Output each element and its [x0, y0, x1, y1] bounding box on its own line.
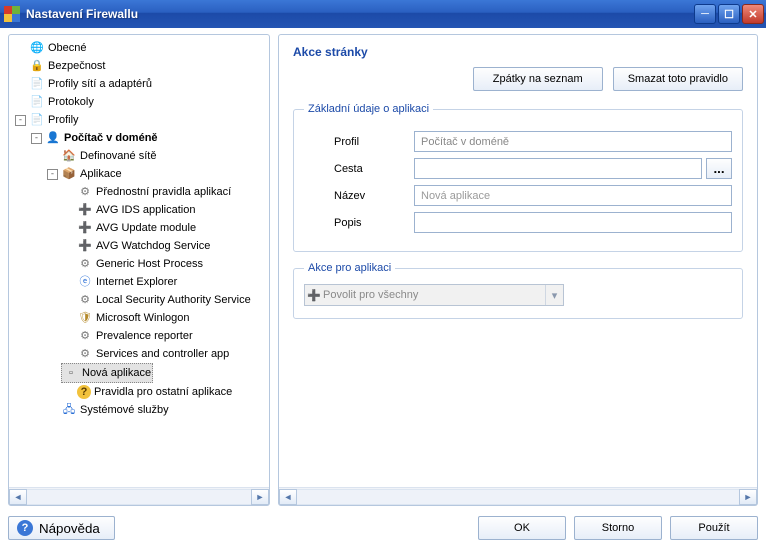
back-to-list-button[interactable]: Zpátky na seznam [473, 67, 603, 91]
globe-icon: 🌐 [29, 40, 45, 56]
tree-item-avg-ids[interactable]: AVG IDS application [96, 201, 195, 219]
content-horizontal-scrollbar[interactable]: ◄ ► [279, 487, 757, 505]
scroll-track[interactable] [297, 489, 739, 505]
scroll-left-button[interactable]: ◄ [9, 489, 27, 505]
settings-tree[interactable]: 🌐Obecné 🔒Bezpečnost 📄Profily sítí a adap… [11, 39, 267, 419]
app-basic-info-group: Základní údaje o aplikaci Profil Cesta .… [293, 103, 743, 252]
allow-icon: ➕ [77, 202, 93, 218]
group-legend-action: Akce pro aplikaci [304, 262, 395, 274]
action-combo[interactable]: ➕ Povolit pro všechny ▾ [304, 284, 564, 306]
doc-icon: 📄 [29, 76, 45, 92]
tree-item-winlogon[interactable]: Microsoft Winlogon [96, 309, 190, 327]
question-icon: ? [77, 385, 91, 399]
help-button[interactable]: ? Nápověda [8, 516, 115, 540]
tree-item-generic-host[interactable]: Generic Host Process [96, 255, 203, 273]
allow-icon: ➕ [305, 289, 323, 302]
scroll-right-button[interactable]: ► [739, 489, 757, 505]
expand-toggle[interactable]: - [47, 169, 58, 180]
tree-item-ie[interactable]: Internet Explorer [96, 273, 177, 291]
doc-icon: 📄 [29, 112, 45, 128]
scroll-right-button[interactable]: ► [251, 489, 269, 505]
tree-item-applications[interactable]: Aplikace [80, 165, 122, 183]
tree-item-system-services[interactable]: Systémové služby [80, 401, 169, 419]
shield-icon: 🛡 [77, 310, 93, 326]
expand-toggle[interactable]: - [31, 133, 42, 144]
tree-item-lsas[interactable]: Local Security Authority Service [96, 291, 251, 309]
tree-item-protocols[interactable]: Protokoly [48, 93, 94, 111]
name-label: Název [304, 190, 414, 202]
help-button-label: Nápověda [39, 521, 100, 536]
path-field[interactable] [414, 158, 702, 179]
ok-button[interactable]: OK [478, 516, 566, 540]
profile-field [414, 131, 732, 152]
tree-item-new-app[interactable]: ▫Nová aplikace [61, 363, 153, 383]
help-icon: ? [17, 520, 33, 536]
chevron-down-icon: ▾ [545, 285, 563, 305]
profile-label: Profil [304, 136, 414, 148]
scroll-track[interactable] [27, 489, 251, 505]
description-field[interactable] [414, 212, 732, 233]
expand-toggle[interactable]: - [15, 115, 26, 126]
network-icon: 🏠 [61, 148, 77, 164]
services-icon: 🖧 [61, 402, 77, 418]
tree-horizontal-scrollbar[interactable]: ◄ ► [9, 487, 269, 505]
allow-icon: ➕ [77, 220, 93, 236]
tree-item-security[interactable]: Bezpečnost [48, 57, 105, 75]
browse-button[interactable]: ... [706, 158, 732, 179]
page-title: Akce stránky [293, 45, 743, 59]
gear-icon: ⚙ [77, 328, 93, 344]
app-action-group: Akce pro aplikaci ➕ Povolit pro všechny … [293, 262, 743, 319]
tree-item-priority-rules[interactable]: Přednostní pravidla aplikací [96, 183, 231, 201]
tree-item-avg-update[interactable]: AVG Update module [96, 219, 196, 237]
gear-icon: ⚙ [77, 292, 93, 308]
close-button[interactable]: ✕ [742, 4, 764, 24]
gear-icon: ⚙ [77, 346, 93, 362]
name-field[interactable] [414, 185, 732, 206]
action-combo-text: Povolit pro všechny [323, 289, 545, 301]
minimize-button[interactable]: ─ [694, 4, 716, 24]
title-bar: Nastavení Firewallu ─ ☐ ✕ [0, 0, 766, 28]
tree-item-avg-watchdog[interactable]: AVG Watchdog Service [96, 237, 210, 255]
lock-icon: 🔒 [29, 58, 45, 74]
tree-panel: 🌐Obecné 🔒Bezpečnost 📄Profily sítí a adap… [8, 34, 270, 506]
dialog-button-bar: ? Nápověda OK Storno Použít [8, 512, 758, 544]
tree-item-general[interactable]: Obecné [48, 39, 87, 57]
user-icon: 👤 [45, 130, 61, 146]
allow-icon: ➕ [77, 238, 93, 254]
tree-item-defined-networks[interactable]: Definované sítě [80, 147, 156, 165]
description-label: Popis [304, 217, 414, 229]
tree-item-services-controller[interactable]: Services and controller app [96, 345, 229, 363]
delete-rule-button[interactable]: Smazat toto pravidlo [613, 67, 743, 91]
app-icon [4, 6, 20, 22]
content-panel: Akce stránky Zpátky na seznam Smazat tot… [278, 34, 758, 506]
scroll-left-button[interactable]: ◄ [279, 489, 297, 505]
app-icon: ▫ [63, 365, 79, 381]
cancel-button[interactable]: Storno [574, 516, 662, 540]
group-legend-basic: Základní údaje o aplikaci [304, 103, 433, 115]
path-label: Cesta [304, 163, 414, 175]
tree-item-network-profiles[interactable]: Profily sítí a adaptérů [48, 75, 152, 93]
gear-icon: ⚙ [77, 256, 93, 272]
tree-item-domain-computer[interactable]: Počítač v doméně [64, 129, 158, 147]
apps-icon: 📦 [61, 166, 77, 182]
tree-item-other-apps[interactable]: Pravidla pro ostatní aplikace [94, 383, 232, 401]
maximize-button[interactable]: ☐ [718, 4, 740, 24]
tree-item-prevalence[interactable]: Prevalence reporter [96, 327, 193, 345]
gear-icon: ⚙ [77, 184, 93, 200]
ie-icon: ⓔ [77, 274, 93, 290]
apply-button[interactable]: Použít [670, 516, 758, 540]
window-title: Nastavení Firewallu [26, 7, 694, 21]
tree-item-profiles[interactable]: Profily [48, 111, 79, 129]
doc-icon: 📄 [29, 94, 45, 110]
